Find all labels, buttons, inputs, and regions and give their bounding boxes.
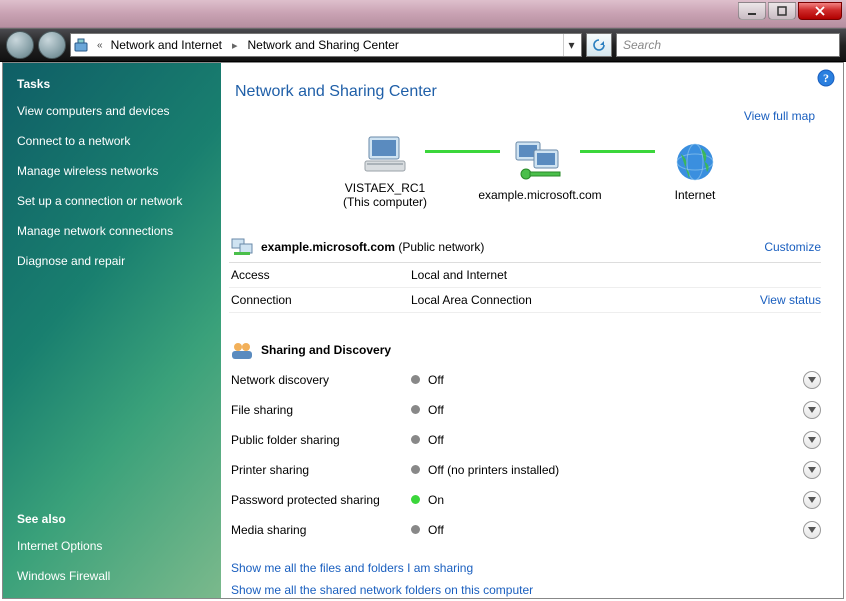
status-dot-icon — [411, 375, 420, 384]
navbar: « Network and Internet ▸ Network and Sha… — [0, 28, 846, 62]
access-row: Access Local and Internet — [229, 263, 821, 288]
bottom-links: Show me all the files and folders I am s… — [229, 561, 821, 597]
sharing-row-label: Public folder sharing — [231, 433, 411, 447]
expand-button[interactable] — [803, 371, 821, 389]
status-dot-icon — [411, 495, 420, 504]
expand-button[interactable] — [803, 521, 821, 539]
status-dot-icon — [411, 465, 420, 474]
customize-link[interactable]: Customize — [764, 240, 821, 254]
show-folders-link[interactable]: Show me all the shared network folders o… — [231, 583, 821, 597]
expand-button[interactable] — [803, 461, 821, 479]
sharing-row-label: Network discovery — [231, 373, 411, 387]
main-panel: ? Network and Sharing Center View full m… — [221, 63, 843, 598]
address-dropdown[interactable]: ▾ — [563, 34, 579, 56]
sidebar: Tasks View computers and devices Connect… — [3, 63, 221, 598]
network-small-icon — [229, 236, 255, 258]
access-value: Local and Internet — [411, 268, 821, 282]
sharing-row-label: Media sharing — [231, 523, 411, 537]
sidebar-item-internet-options[interactable]: Internet Options — [17, 536, 207, 556]
expand-button[interactable] — [803, 431, 821, 449]
maximize-button[interactable] — [768, 2, 796, 20]
view-status-link[interactable]: View status — [760, 293, 821, 307]
sharing-row: Network discovery Off — [229, 365, 821, 395]
sidebar-item-view-computers[interactable]: View computers and devices — [17, 101, 207, 121]
content: Tasks View computers and devices Connect… — [2, 62, 844, 599]
sharing-row-value: Off — [428, 403, 803, 417]
sharing-row: Password protected sharing On — [229, 485, 821, 515]
network-name: example.microsoft.com (Public network) — [261, 240, 484, 254]
status-dot-icon — [411, 435, 420, 444]
address-bar[interactable]: « Network and Internet ▸ Network and Sha… — [70, 33, 582, 57]
svg-text:?: ? — [823, 71, 829, 85]
node-label: VISTAEX_RC1 — [345, 181, 425, 195]
sharing-heading: Sharing and Discovery — [261, 343, 391, 357]
sharing-row: Public folder sharing Off — [229, 425, 821, 455]
sharing-row-value: Off — [428, 373, 803, 387]
network-icon — [512, 140, 568, 184]
people-icon — [229, 339, 255, 361]
sharing-row-label: Printer sharing — [231, 463, 411, 477]
access-label: Access — [231, 268, 411, 282]
help-icon[interactable]: ? — [817, 69, 835, 87]
sidebar-item-connect-network[interactable]: Connect to a network — [17, 131, 207, 151]
connection-line — [580, 150, 655, 153]
connection-value: Local Area Connection — [411, 293, 760, 307]
node-sublabel: (This computer) — [343, 195, 427, 209]
see-also-heading: See also — [17, 510, 207, 526]
sidebar-item-setup-connection[interactable]: Set up a connection or network — [17, 191, 207, 211]
connection-line — [425, 150, 500, 153]
view-full-map-link[interactable]: View full map — [744, 109, 815, 123]
status-dot-icon — [411, 405, 420, 414]
forward-button[interactable] — [38, 31, 66, 59]
globe-icon — [671, 140, 719, 184]
expand-button[interactable] — [803, 491, 821, 509]
node-label: example.microsoft.com — [478, 188, 601, 202]
node-this-computer[interactable]: VISTAEX_RC1(This computer) — [315, 133, 455, 210]
network-map: View full map VISTAEX_RC1(This computer) — [229, 115, 821, 216]
close-button[interactable] — [798, 2, 842, 20]
connection-label: Connection — [231, 293, 411, 307]
sharing-row-value: On — [428, 493, 803, 507]
breadcrumb-separator: ▸ — [228, 39, 242, 52]
connection-row: Connection Local Area Connection View st… — [229, 288, 821, 313]
sharing-row-value: Off — [428, 523, 803, 537]
sharing-row: Printer sharing Off (no printers installe… — [229, 455, 821, 485]
window: « Network and Internet ▸ Network and Sha… — [0, 0, 846, 601]
search-placeholder: Search — [623, 38, 661, 52]
sidebar-item-manage-wireless[interactable]: Manage wireless networks — [17, 161, 207, 181]
back-button[interactable] — [6, 31, 34, 59]
sharing-row: File sharing Off — [229, 395, 821, 425]
status-dot-icon — [411, 525, 420, 534]
expand-button[interactable] — [803, 401, 821, 419]
sidebar-item-diagnose[interactable]: Diagnose and repair — [17, 251, 207, 271]
tasks-heading: Tasks — [17, 75, 207, 91]
breadcrumb-segment[interactable]: Network and Sharing Center — [248, 38, 399, 52]
computer-icon — [361, 133, 409, 177]
minimize-button[interactable] — [738, 2, 766, 20]
show-files-link[interactable]: Show me all the files and folders I am s… — [231, 561, 821, 575]
titlebar — [0, 0, 846, 28]
sharing-row-label: Password protected sharing — [231, 493, 411, 507]
page-title: Network and Sharing Center — [229, 77, 821, 107]
sharing-section-header: Sharing and Discovery — [229, 335, 821, 365]
breadcrumb-segment[interactable]: Network and Internet — [111, 38, 222, 52]
network-section-header: example.microsoft.com (Public network) C… — [229, 232, 821, 263]
sharing-row-value: Off — [428, 433, 803, 447]
breadcrumb-chevron[interactable]: « — [95, 40, 105, 51]
refresh-button[interactable] — [586, 33, 612, 57]
sharing-row-label: File sharing — [231, 403, 411, 417]
sidebar-item-windows-firewall[interactable]: Windows Firewall — [17, 566, 207, 586]
sharing-row: Media sharing Off — [229, 515, 821, 545]
search-input[interactable]: Search — [616, 33, 840, 57]
node-label: Internet — [675, 188, 716, 202]
sharing-row-value: Off (no printers installed) — [428, 463, 803, 477]
sidebar-item-manage-connections[interactable]: Manage network connections — [17, 221, 207, 241]
control-panel-icon — [73, 37, 89, 53]
